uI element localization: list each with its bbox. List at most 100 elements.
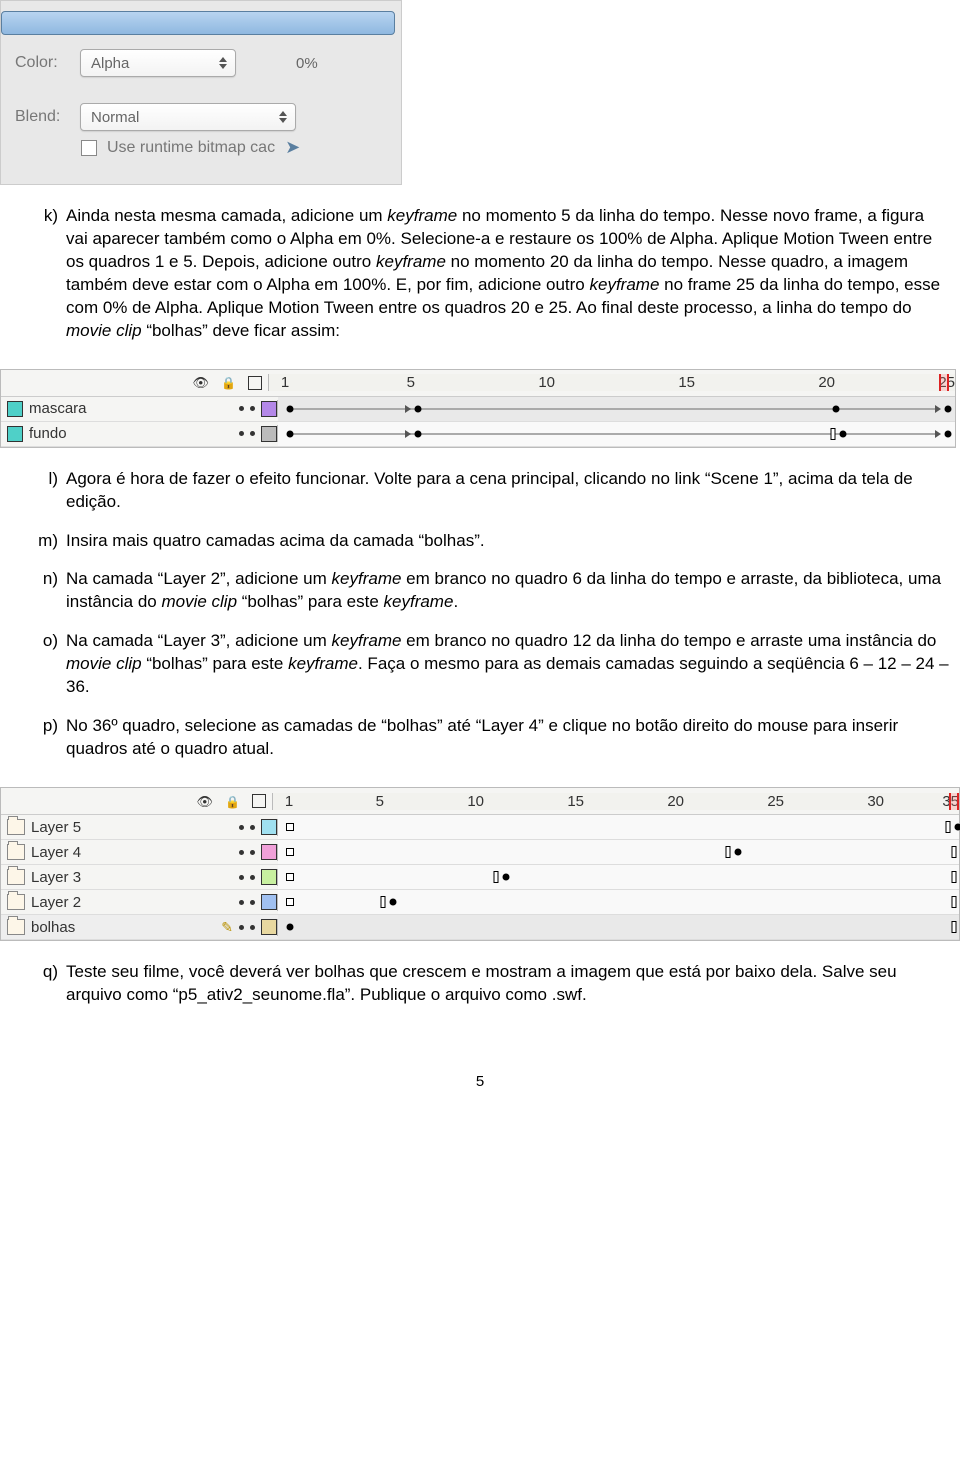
playhead[interactable] <box>949 793 959 810</box>
visibility-dot[interactable] <box>239 875 244 880</box>
keyframe-icon[interactable] <box>833 405 840 412</box>
track[interactable] <box>278 840 959 864</box>
lock-icon[interactable] <box>225 793 240 810</box>
keyframe-bar-icon[interactable] <box>726 846 731 858</box>
tick-10: 10 <box>384 793 484 810</box>
lock-dot[interactable] <box>250 825 255 830</box>
lock-icon[interactable] <box>221 374 236 391</box>
color-dropdown[interactable]: Alpha <box>80 49 236 77</box>
keyframe-icon[interactable] <box>287 405 294 412</box>
list-letter: q) <box>30 961 66 1007</box>
color-swatch[interactable] <box>261 819 277 835</box>
track[interactable] <box>278 422 955 446</box>
runtime-checkbox[interactable] <box>81 140 97 156</box>
keyframe-bar-icon[interactable] <box>946 821 951 833</box>
color-swatch[interactable] <box>261 869 277 885</box>
visibility-dot[interactable] <box>239 900 244 905</box>
visibility-dot[interactable] <box>239 431 244 436</box>
outline-icon[interactable] <box>248 376 262 390</box>
tween-arrow-icon <box>405 430 411 438</box>
keyframe-icon[interactable] <box>955 824 960 831</box>
color-swatch[interactable] <box>261 894 277 910</box>
color-swatch[interactable] <box>261 919 277 935</box>
keyframe-icon[interactable] <box>415 430 422 437</box>
lock-dot[interactable] <box>250 925 255 930</box>
visibility-dot[interactable] <box>239 925 244 930</box>
track[interactable] <box>278 815 959 839</box>
folder-icon <box>7 844 25 860</box>
layer-row-5[interactable]: Layer 5 <box>1 815 959 840</box>
visibility-dot[interactable] <box>239 850 244 855</box>
blank-keyframe-icon[interactable] <box>286 873 294 881</box>
color-swatch[interactable] <box>261 426 277 442</box>
eye-icon[interactable] <box>193 374 210 391</box>
layer-cell: Layer 2 <box>1 894 278 911</box>
layer-row-2[interactable]: Layer 2 <box>1 890 959 915</box>
blank-keyframe-icon[interactable] <box>286 898 294 906</box>
layer-row-4[interactable]: Layer 4 <box>1 840 959 865</box>
blank-keyframe-icon[interactable] <box>286 823 294 831</box>
layer-row-3[interactable]: Layer 3 <box>1 865 959 890</box>
visibility-dot[interactable] <box>239 825 244 830</box>
list-item-p: p) No 36º quadro, selecione as camadas d… <box>0 715 960 777</box>
keyframe-bar-icon[interactable] <box>952 871 957 883</box>
playhead[interactable] <box>939 374 949 391</box>
keyframe-bar-icon[interactable] <box>494 871 499 883</box>
layer-cell: Layer 5 <box>1 819 278 836</box>
layer-row-fundo[interactable]: fundo <box>1 422 955 447</box>
keyframe-icon[interactable] <box>945 405 952 412</box>
keyframe-bar-icon[interactable] <box>831 428 836 440</box>
track[interactable] <box>278 890 959 914</box>
track[interactable] <box>278 397 955 421</box>
lock-dot[interactable] <box>250 431 255 436</box>
list-item-m: m) Insira mais quatro camadas acima da c… <box>0 530 960 569</box>
layer-row-mascara[interactable]: mascara <box>1 397 955 422</box>
timeline-header: 1 5 10 15 20 25 <box>1 370 955 397</box>
layer-name: mascara <box>29 400 233 417</box>
keyframe-icon[interactable] <box>287 430 294 437</box>
pencil-icon <box>221 919 233 936</box>
lock-dot[interactable] <box>250 850 255 855</box>
frame-ruler[interactable]: 1 5 10 15 20 25 30 35 <box>273 793 959 810</box>
keyframe-icon[interactable] <box>945 430 952 437</box>
keyframe-icon[interactable] <box>287 924 294 931</box>
timeline-2: 1 5 10 15 20 25 30 35 Layer 5 Layer 4 <box>0 787 960 941</box>
track[interactable] <box>278 915 959 939</box>
blank-keyframe-icon[interactable] <box>286 848 294 856</box>
blend-dropdown[interactable]: Normal <box>80 103 296 131</box>
alpha-percent[interactable]: 0% <box>296 55 318 72</box>
keyframe-icon[interactable] <box>390 899 397 906</box>
lock-dot[interactable] <box>250 900 255 905</box>
list-text: No 36º quadro, selecione as camadas de “… <box>66 715 950 761</box>
layer-head-icons <box>1 793 273 810</box>
keyframe-icon[interactable] <box>415 405 422 412</box>
list-item-l: l) Agora é hora de fazer o efeito funcio… <box>0 468 960 530</box>
keyframe-bar-icon[interactable] <box>952 846 957 858</box>
visibility-dot[interactable] <box>239 406 244 411</box>
body-text: k) Ainda nesta mesma camada, adicione um… <box>0 185 960 369</box>
list-text: Na camada “Layer 2”, adicione um keyfram… <box>66 568 950 614</box>
lock-dot[interactable] <box>250 875 255 880</box>
eye-icon[interactable] <box>197 793 214 810</box>
keyframe-bar-icon[interactable] <box>381 896 386 908</box>
keyframe-icon[interactable] <box>503 874 510 881</box>
track[interactable] <box>278 865 959 889</box>
tick-20: 20 <box>584 793 684 810</box>
keyframe-icon[interactable] <box>735 849 742 856</box>
color-row: Color: Alpha 0% <box>15 49 387 77</box>
layer-cell: mascara <box>1 400 278 417</box>
list-item-q: q) Teste seu filme, você deverá ver bolh… <box>0 961 960 1023</box>
keyframe-icon[interactable] <box>840 430 847 437</box>
keyframe-bar-icon[interactable] <box>952 896 957 908</box>
outline-icon[interactable] <box>252 794 266 808</box>
body-text: l) Agora é hora de fazer o efeito funcio… <box>0 448 960 787</box>
layer-cell: fundo <box>1 425 278 442</box>
layer-row-bolhas[interactable]: bolhas <box>1 915 959 940</box>
color-swatch[interactable] <box>261 844 277 860</box>
color-swatch[interactable] <box>261 401 277 417</box>
frame-ruler[interactable]: 1 5 10 15 20 25 <box>269 374 955 391</box>
lock-dot[interactable] <box>250 406 255 411</box>
tick-1: 1 <box>275 374 295 391</box>
list-text: Ainda nesta mesma camada, adicione um ke… <box>66 205 950 343</box>
keyframe-bar-icon[interactable] <box>952 921 957 933</box>
